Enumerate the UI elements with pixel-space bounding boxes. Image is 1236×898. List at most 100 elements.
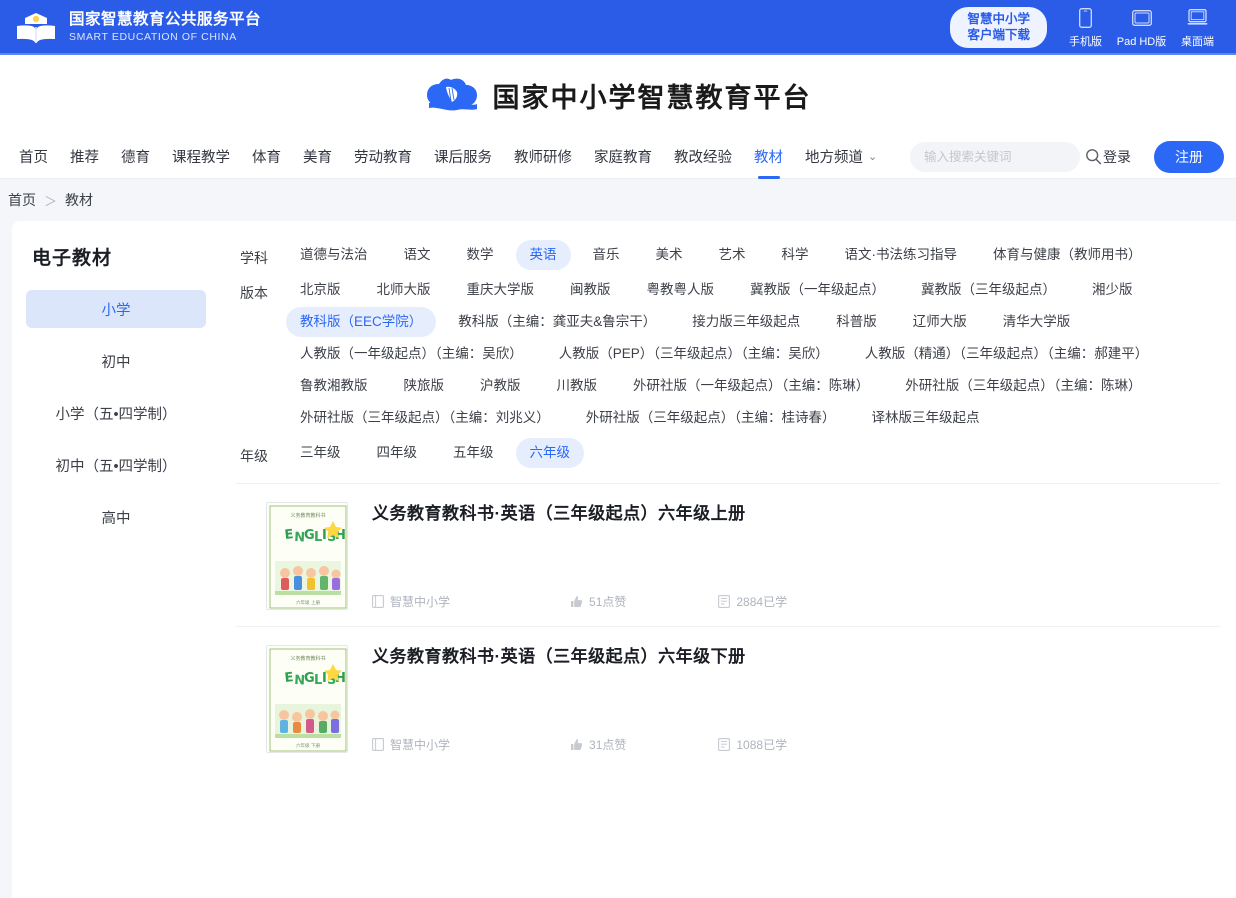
- book-icon: [372, 738, 384, 751]
- chip-subject-chinese[interactable]: 语文: [390, 240, 445, 270]
- platform-links: 手机版 Pad HD版 桌面端: [1061, 7, 1222, 49]
- nav-item-textbooks[interactable]: 教材: [743, 135, 794, 178]
- chip-version-hujiao[interactable]: 沪教版: [466, 371, 535, 401]
- chip-version-minjiao[interactable]: 闽教版: [556, 275, 625, 305]
- meta-source: 智慧中小学: [372, 736, 450, 753]
- chip-version-xiangshao[interactable]: 湘少版: [1078, 275, 1147, 305]
- gov-title-block: 国家智慧教育公共服务平台 SMART EDUCATION OF CHINA: [69, 11, 261, 44]
- nav-item-home[interactable]: 首页: [8, 135, 59, 178]
- nav-item-aesthetic-education[interactable]: 美育: [292, 135, 343, 178]
- svg-text:义务教育教科书: 义务教育教科书: [290, 655, 325, 662]
- chip-subject-morality[interactable]: 道德与法治: [286, 240, 382, 270]
- breadcrumb-current: 教材: [65, 192, 94, 208]
- nav-item-local-channel[interactable]: 地方频道 ⌄: [794, 135, 888, 178]
- chip-version-jijiao-g1[interactable]: 冀教版（一年级起点）: [736, 275, 899, 305]
- chip-version-liaoshida[interactable]: 辽师大版: [899, 307, 981, 337]
- sidebar-item-senior-high[interactable]: 高中: [26, 498, 206, 536]
- chip-grade-4[interactable]: 四年级: [363, 438, 432, 468]
- topbar-divider: [0, 53, 1236, 55]
- chip-version-bnu[interactable]: 北师大版: [363, 275, 445, 305]
- platform-link-tablet[interactable]: Pad HD版: [1117, 7, 1166, 49]
- chip-version-shaanlv[interactable]: 陕旅版: [390, 371, 459, 401]
- table-row: 义务教育教科书 E N G L I S H: [236, 483, 1220, 626]
- topbar-actions: 智慧中小学 客户端下载 手机版 Pad HD版 桌面端: [950, 7, 1222, 49]
- nav-item-teacher-training[interactable]: 教师研修: [503, 135, 583, 178]
- chip-subject-english[interactable]: 英语: [515, 240, 571, 270]
- chip-version-kepu[interactable]: 科普版: [822, 307, 891, 337]
- book-title[interactable]: 义务教育教科书·英语（三年级起点）六年级上册: [372, 502, 1220, 526]
- chip-subject-science[interactable]: 科学: [768, 240, 823, 270]
- chip-version-beijing[interactable]: 北京版: [286, 275, 355, 305]
- register-button[interactable]: 注册: [1154, 140, 1224, 173]
- nav-item-family-education[interactable]: 家庭教育: [583, 135, 663, 178]
- site-title: 国家中小学智慧教育平台: [492, 82, 812, 114]
- chip-version-cqu[interactable]: 重庆大学版: [453, 275, 549, 305]
- filter-row-grade: 年级 三年级 四年级 五年级 六年级: [236, 437, 1220, 469]
- nav-label: 推荐: [70, 150, 99, 166]
- chip-version-fltrp-g3-guishichun[interactable]: 外研社版（三年级起点）（主编：桂诗春）: [572, 403, 850, 433]
- chip-version-chuanjiao[interactable]: 川教版: [543, 371, 612, 401]
- chip-subject-calligraphy[interactable]: 语文·书法练习指导: [831, 240, 972, 270]
- book-title[interactable]: 义务教育教科书·英语（三年级起点）六年级下册: [372, 645, 1220, 669]
- chip-version-fltrp-g3-liuzhaoyi[interactable]: 外研社版（三年级起点）（主编：刘兆义）: [286, 403, 564, 433]
- nav-item-physical-education[interactable]: 体育: [241, 135, 292, 178]
- chip-grade-5[interactable]: 五年级: [439, 438, 508, 468]
- book-cover[interactable]: 义务教育教科书 E N G L I S H: [266, 502, 348, 610]
- sidebar-item-primary[interactable]: 小学: [26, 290, 206, 328]
- chip-version-jijiao-g3[interactable]: 冀教版（三年级起点）: [907, 275, 1070, 305]
- chip-subject-music[interactable]: 音乐: [579, 240, 634, 270]
- svg-text:义务教育教科书: 义务教育教科书: [290, 512, 325, 519]
- chip-subject-pe-health[interactable]: 体育与健康（教师用书）: [979, 240, 1156, 270]
- svg-text:E: E: [284, 670, 294, 686]
- nav-item-reform-experience[interactable]: 教改经验: [663, 135, 743, 178]
- sidebar-item-label: 初中: [101, 354, 131, 371]
- nav-label: 首页: [19, 150, 48, 166]
- sidebar-item-junior-high-54[interactable]: 初中（五•四学制）: [26, 446, 206, 484]
- chip-subject-math[interactable]: 数学: [453, 240, 508, 270]
- gov-brand[interactable]: 国家智慧教育公共服务平台 SMART EDUCATION OF CHINA: [14, 10, 261, 46]
- meta-studied-label: 2884已学: [736, 595, 788, 609]
- chip-subject-art[interactable]: 艺术: [705, 240, 760, 270]
- meta-likes-label: 31点赞: [589, 738, 627, 752]
- sidebar-item-primary-54[interactable]: 小学（五•四学制）: [26, 394, 206, 432]
- gov-emblem-icon: [17, 12, 55, 43]
- platform-link-desktop[interactable]: 桌面端: [1173, 7, 1222, 49]
- client-download-button[interactable]: 智慧中小学 客户端下载: [950, 7, 1047, 48]
- breadcrumb: 首页 ＞ 教材: [0, 179, 1236, 221]
- nav-item-recommend[interactable]: 推荐: [59, 135, 110, 178]
- chip-version-lujiao-xiangjiao[interactable]: 鲁教湘教版: [286, 371, 382, 401]
- chip-version-jiaokeban-gong[interactable]: 教科版（主编：龚亚夫&鲁宗干）: [444, 307, 670, 337]
- chip-version-yilin-g3[interactable]: 译林版三年级起点: [858, 403, 994, 433]
- book-cover[interactable]: 义务教育教科书 E N G L I S H: [266, 645, 348, 753]
- nav-label: 教改经验: [674, 150, 732, 166]
- nav-item-moral-education[interactable]: 德育: [110, 135, 161, 178]
- chip-grade-3[interactable]: 三年级: [286, 438, 355, 468]
- nav-label: 美育: [303, 150, 332, 166]
- chip-version-yuejiao[interactable]: 粤教粤人版: [633, 275, 729, 305]
- platform-link-phone[interactable]: 手机版: [1061, 7, 1110, 49]
- chip-version-renjiao-jingtong-g3-hao[interactable]: 人教版（精通）（三年级起点）（主编：郝建平）: [851, 339, 1163, 369]
- chip-version-tsinghua[interactable]: 清华大学版: [989, 307, 1085, 337]
- sidebar-item-junior-high[interactable]: 初中: [26, 342, 206, 380]
- login-button[interactable]: 登录: [1089, 142, 1145, 172]
- breadcrumb-home[interactable]: 首页: [8, 190, 36, 210]
- chip-subject-fine-arts[interactable]: 美术: [642, 240, 697, 270]
- meta-studied-label: 1088已学: [736, 738, 788, 752]
- nav-label: 教材: [754, 150, 783, 166]
- nav-item-labor-education[interactable]: 劳动教育: [343, 135, 423, 178]
- main-navigation: 首页 推荐 德育 课程教学 体育 美育 劳动教育 课后服务 教师研修 家庭教育 …: [0, 135, 1236, 179]
- chip-version-jieli-g3[interactable]: 接力版三年级起点: [678, 307, 814, 337]
- chip-version-fltrp-g1-chenlin[interactable]: 外研社版（一年级起点）（主编：陈琳）: [619, 371, 883, 401]
- nav-item-curriculum[interactable]: 课程教学: [161, 135, 241, 178]
- nav-label: 劳动教育: [354, 150, 412, 166]
- platform-label-tablet: Pad HD版: [1116, 35, 1167, 48]
- chip-version-renjiao-g1-wuxin[interactable]: 人教版（一年级起点）（主编：吴欣）: [286, 339, 537, 369]
- chip-version-jiaokeban-eec[interactable]: 教科版（EEC学院）: [286, 307, 437, 337]
- nav-item-after-school[interactable]: 课后服务: [423, 135, 503, 178]
- search-box[interactable]: [910, 141, 1102, 172]
- site-brand[interactable]: 国家中小学智慧教育平台: [425, 75, 812, 115]
- search-input[interactable]: [924, 149, 1085, 164]
- chip-version-fltrp-g3-chenlin[interactable]: 外研社版（三年级起点）（主编：陈琳）: [891, 371, 1155, 401]
- chip-grade-6[interactable]: 六年级: [515, 438, 584, 468]
- chip-version-renjiao-pep-g3-wuxin[interactable]: 人教版（PEP）（三年级起点）（主编：吴欣）: [545, 339, 843, 369]
